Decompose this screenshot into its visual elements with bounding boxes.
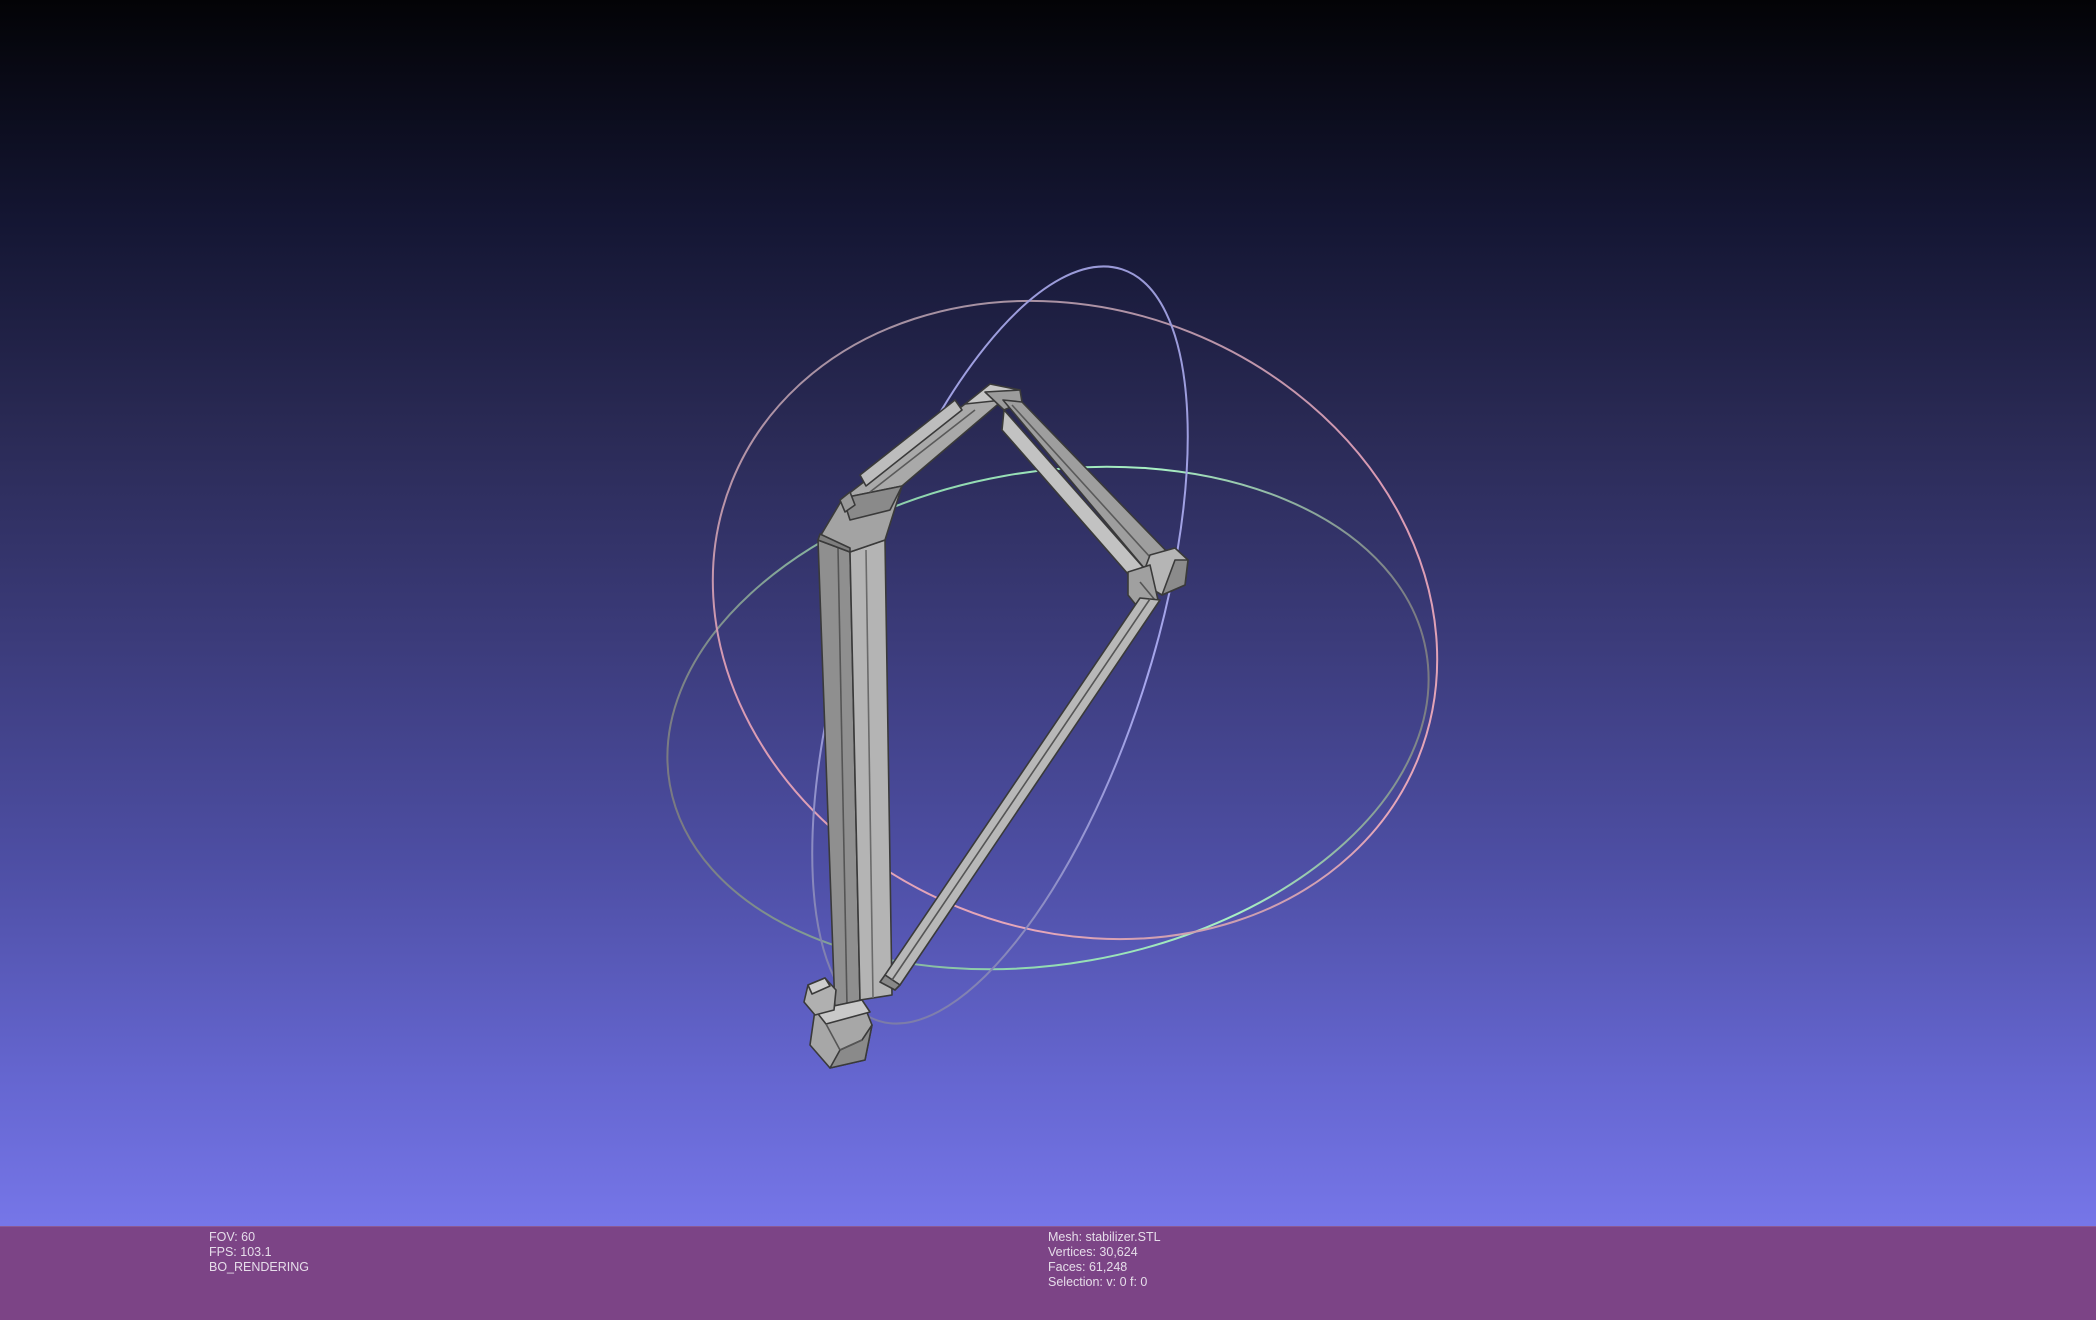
mesh-name-readout: Mesh: stabilizer.STL: [1048, 1230, 1161, 1244]
mesh-left-bar: [817, 539, 893, 1011]
status-info-bar: FOV: 60 FPS: 103.1 BO_RENDERING Mesh: st…: [0, 1226, 2096, 1320]
vertex-count-readout: Vertices: 30,624: [1048, 1245, 1138, 1259]
mesh-right-arm: [1001, 399, 1176, 583]
meshlab-window: FOV: 60 FPS: 103.1 BO_RENDERING Mesh: st…: [0, 0, 2096, 1320]
3d-viewport[interactable]: [0, 0, 2096, 1226]
fps-readout: FPS: 103.1: [209, 1245, 272, 1259]
mesh-diagonal-rod: [879, 597, 1161, 991]
trackball-ring-tilted[interactable]: [616, 194, 1534, 1046]
selection-readout: Selection: v: 0 f: 0: [1048, 1275, 1148, 1289]
mesh-upper-left-diagonal: [839, 391, 1004, 521]
render-mode-readout: BO_RENDERING: [209, 1260, 310, 1274]
trackball-ring-vertical[interactable]: [735, 223, 1264, 1067]
scene-canvas[interactable]: [0, 0, 2096, 1226]
render-info: FOV: 60 FPS: 103.1 BO_RENDERING: [209, 1230, 309, 1275]
face-count-readout: Faces: 61,248: [1048, 1260, 1128, 1274]
fov-readout: FOV: 60: [209, 1230, 256, 1244]
trackball-ring-horizontal[interactable]: [627, 409, 1469, 1027]
trackball-gizmo[interactable]: [616, 194, 1534, 1067]
mesh-info: Mesh: stabilizer.STL Vertices: 30,624 Fa…: [1048, 1230, 1161, 1290]
